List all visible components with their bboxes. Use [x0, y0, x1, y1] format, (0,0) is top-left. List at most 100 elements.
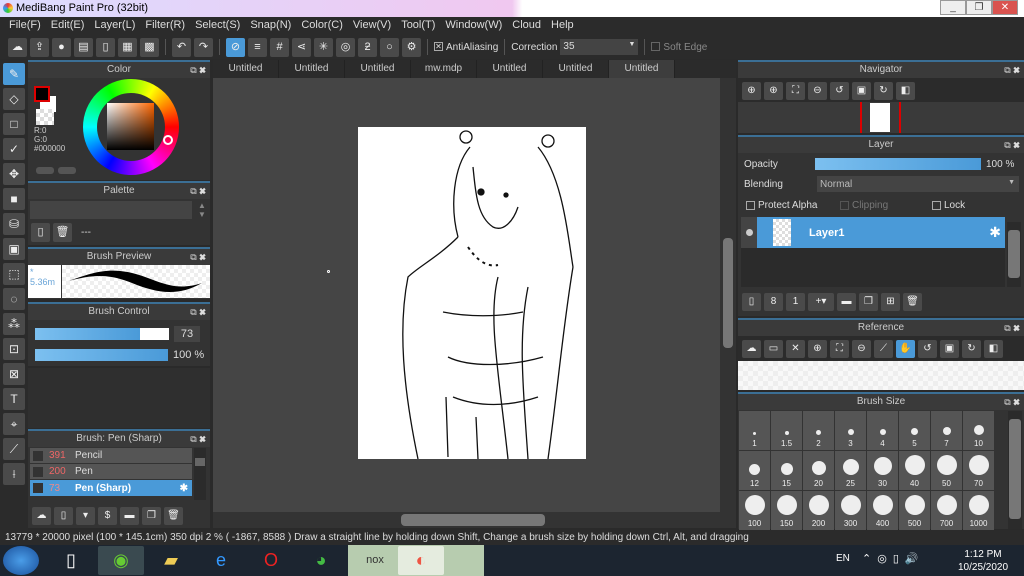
clock[interactable]: 1:12 PM 10/25/2020: [958, 548, 1008, 574]
brush-size-option[interactable]: 500: [899, 491, 930, 530]
brush-size-option[interactable]: 700: [931, 491, 962, 530]
panel-popout-close-icons[interactable]: ⧉ ✖: [190, 304, 206, 320]
zoom-out-icon[interactable]: ⊖: [852, 340, 871, 358]
taskbar-file-icon[interactable]: ▯: [48, 546, 94, 575]
close-button[interactable]: ✕: [992, 0, 1018, 15]
palette-list[interactable]: [30, 201, 192, 219]
blending-select[interactable]: Normal ▼: [817, 176, 1019, 192]
palette-scroll-arrows[interactable]: ▲ ▼: [198, 201, 206, 219]
maximize-button[interactable]: ❐: [966, 0, 992, 15]
select-eraser-tool-icon[interactable]: ⊠: [3, 363, 25, 385]
brush-size-option[interactable]: 400: [867, 491, 898, 530]
snap-off-icon[interactable]: ⊘: [226, 37, 245, 57]
comment-icon[interactable]: ●: [52, 37, 71, 57]
brush-size-option[interactable]: 7: [931, 411, 962, 450]
brush-size-scrollbar[interactable]: [1008, 411, 1022, 529]
eraser-tool-icon[interactable]: ◇: [3, 88, 25, 110]
panel-popout-close-icons[interactable]: ⧉ ✖: [1004, 394, 1020, 410]
brush-size-option[interactable]: 100: [739, 491, 770, 530]
reset-rotation-icon[interactable]: ▣: [940, 340, 959, 358]
bucket-tool-icon[interactable]: ⛁: [3, 213, 25, 235]
tab-mw-mdp[interactable]: mw.mdp: [411, 60, 477, 78]
flip-horizontal-icon[interactable]: ◧: [896, 82, 915, 100]
taskbar-opera-icon[interactable]: O: [248, 546, 294, 575]
eyedropper-tool-icon[interactable]: ⟊: [3, 463, 25, 485]
brush-item-pen[interactable]: 200 Pen: [30, 464, 192, 480]
menu-help[interactable]: Help: [546, 17, 579, 35]
new-folder-icon[interactable]: ▬: [837, 293, 856, 311]
menu-select[interactable]: Select(S): [190, 17, 245, 35]
fit-window-icon[interactable]: ⛶: [830, 340, 849, 358]
menu-layer[interactable]: Layer(L): [89, 17, 140, 35]
language-indicator[interactable]: EN: [836, 553, 850, 564]
delete-palette-icon[interactable]: 🗑: [53, 223, 72, 242]
redo-icon[interactable]: ↷: [194, 37, 213, 57]
menu-tool[interactable]: Tool(T): [396, 17, 440, 35]
visibility-icon[interactable]: [741, 217, 757, 248]
tab-untitled[interactable]: Untitled: [213, 60, 279, 78]
zoom-out-icon[interactable]: ⊖: [808, 82, 827, 100]
transparent-swatch[interactable]: [36, 109, 54, 125]
radial-snap-icon[interactable]: ✳: [314, 37, 333, 57]
panel-popout-close-icons[interactable]: ⧉ ✖: [190, 431, 206, 447]
brush-size-option[interactable]: 1.5: [771, 411, 802, 450]
cloud-icon[interactable]: ☁: [8, 37, 27, 57]
layer-row[interactable]: Layer1 ✱: [741, 217, 1005, 248]
brush-size-option[interactable]: 12: [739, 451, 770, 490]
new-palette-icon[interactable]: ▯: [31, 223, 50, 242]
brush-opacity-slider[interactable]: [35, 349, 168, 361]
brush-size-option[interactable]: 40: [899, 451, 930, 490]
brush-size-option[interactable]: 50: [931, 451, 962, 490]
reset-rotation-icon[interactable]: ▣: [852, 82, 871, 100]
zoom-actual-icon[interactable]: ⊕: [742, 82, 761, 100]
layer-opacity-slider[interactable]: [815, 158, 981, 170]
menu-snap[interactable]: Snap(N): [245, 17, 296, 35]
rectangle-tool-icon[interactable]: □: [3, 113, 25, 135]
brush-settings-gear-icon[interactable]: ✱: [180, 483, 188, 494]
brush-size-option[interactable]: 10: [963, 411, 994, 450]
rotate-right-icon[interactable]: ↻: [874, 82, 893, 100]
move-tool-icon[interactable]: ✥: [3, 163, 25, 185]
undo-icon[interactable]: ↶: [172, 37, 191, 57]
menu-file[interactable]: File(F): [4, 17, 46, 35]
correction-select[interactable]: 35 ▼: [560, 39, 639, 55]
tab-untitled[interactable]: Untitled: [477, 60, 543, 78]
brush-size-option[interactable]: 5: [899, 411, 930, 450]
eyedropper-icon[interactable]: ⟋: [874, 340, 893, 358]
new-8bit-layer-icon[interactable]: 8: [764, 293, 783, 311]
add-brush-dropdown-icon[interactable]: ▾: [76, 507, 95, 525]
panel-popout-close-icons[interactable]: ⧉ ✖: [1004, 137, 1020, 153]
brush-size-option[interactable]: 1: [739, 411, 770, 450]
brush-size-option[interactable]: 3: [835, 411, 866, 450]
brush-item-pencil[interactable]: 391 Pencil: [30, 448, 192, 464]
panel-popout-close-icons[interactable]: ⧉ ✖: [190, 62, 206, 78]
new-1bit-layer-icon[interactable]: 1: [786, 293, 805, 311]
add-layer-dropdown-icon[interactable]: +▾: [808, 293, 834, 311]
flip-horizontal-icon[interactable]: ◧: [984, 340, 1003, 358]
brush-size-slider[interactable]: [35, 328, 169, 340]
duplicate-layer-icon[interactable]: ❐: [859, 293, 878, 311]
navigator-preview[interactable]: [738, 102, 1024, 133]
circle-snap-icon[interactable]: ○: [380, 37, 399, 57]
brush-size-option[interactable]: 70: [963, 451, 994, 490]
brush-size-option[interactable]: 25: [835, 451, 866, 490]
start-button[interactable]: [3, 546, 39, 575]
fit-window-icon[interactable]: ⛶: [786, 82, 805, 100]
menu-window[interactable]: Window(W): [440, 17, 507, 35]
drawing-canvas[interactable]: [358, 127, 586, 460]
brush-size-option[interactable]: 200: [803, 491, 834, 530]
tab-untitled[interactable]: Untitled: [543, 60, 609, 78]
cloud-brush-icon[interactable]: ☁: [32, 507, 51, 525]
taskbar-explorer-icon[interactable]: ▰: [148, 546, 194, 575]
brush-folder-icon[interactable]: ▬: [120, 507, 139, 525]
edit-grid-icon[interactable]: ▩: [140, 37, 159, 57]
brush-item-pen-sharp[interactable]: 73 Pen (Sharp) ✱: [30, 480, 192, 496]
new-brush-icon[interactable]: ▯: [54, 507, 73, 525]
brush-tool-icon[interactable]: ✎: [3, 63, 25, 85]
zoom-in-icon[interactable]: ⊕: [764, 82, 783, 100]
brush-size-option[interactable]: 2: [803, 411, 834, 450]
palette-item[interactable]: ---: [81, 227, 91, 238]
fill-rect-tool-icon[interactable]: ■: [3, 188, 25, 210]
soft-edge-checkbox[interactable]: Soft Edge: [651, 42, 707, 53]
color-option-button[interactable]: [36, 167, 54, 174]
